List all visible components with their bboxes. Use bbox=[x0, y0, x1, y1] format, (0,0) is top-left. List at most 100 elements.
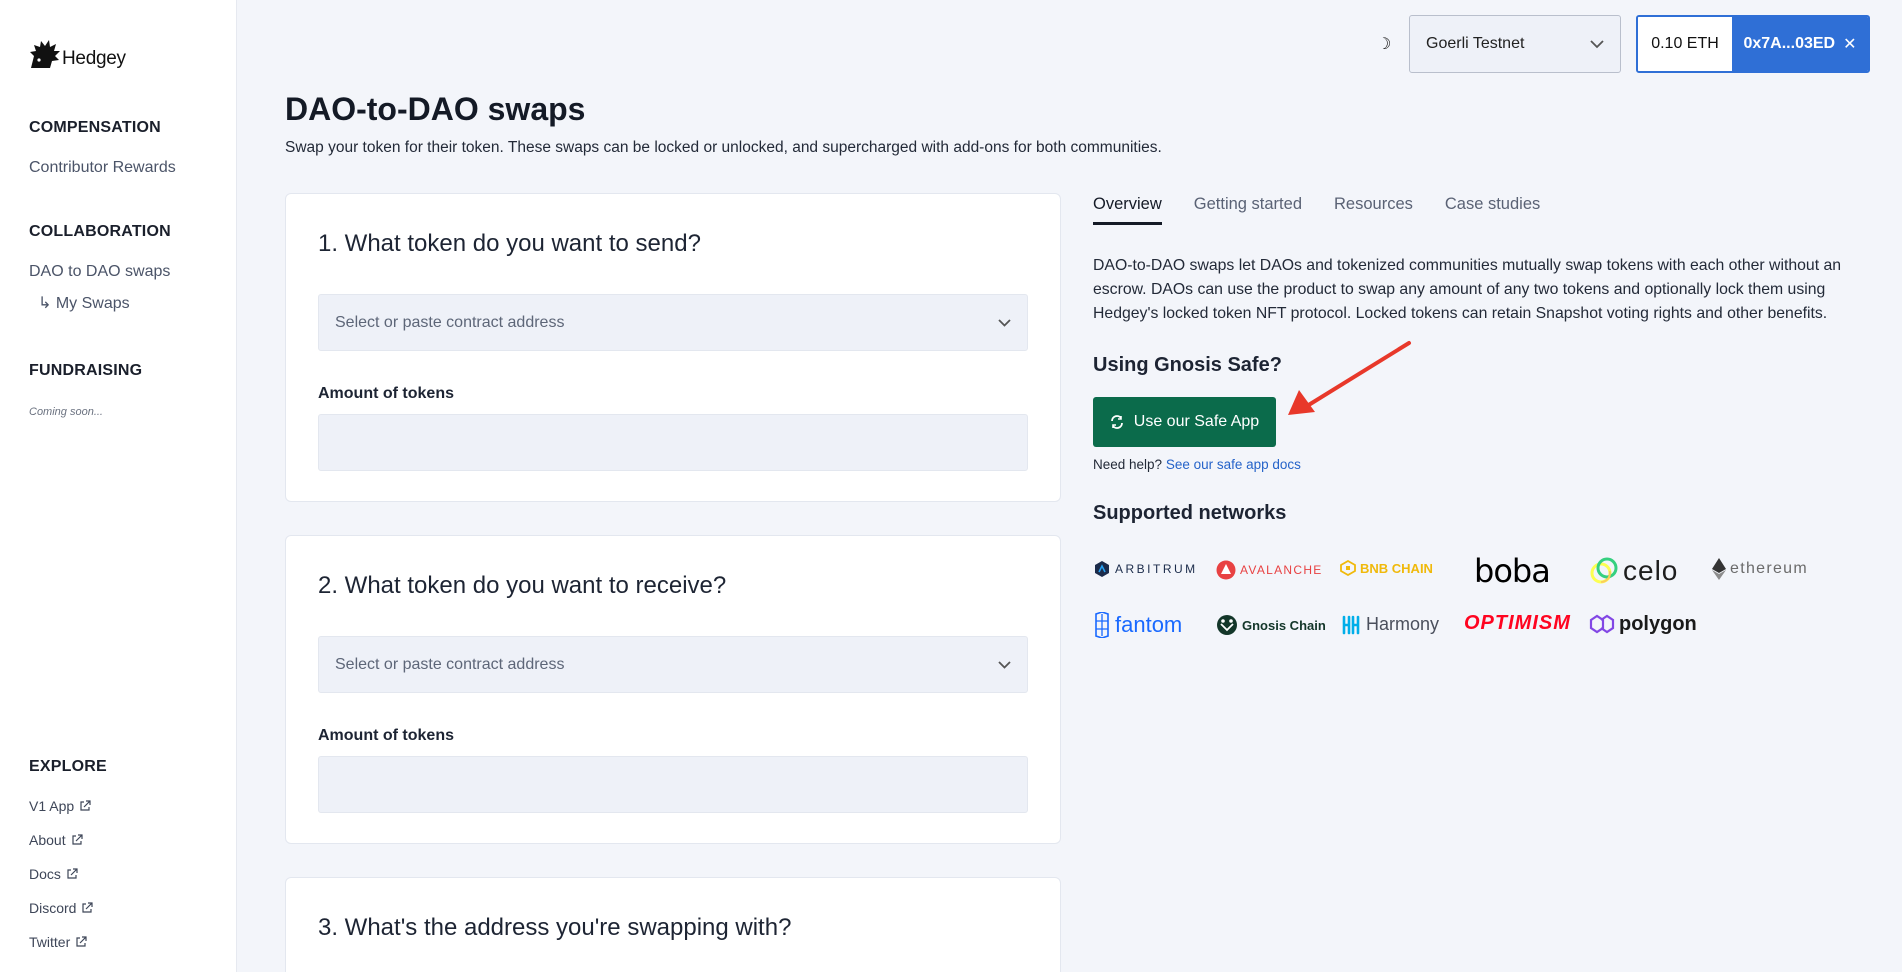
explore-link-v1-app[interactable]: V1 App bbox=[29, 798, 91, 814]
send-amount-input[interactable] bbox=[318, 414, 1028, 471]
section-collaboration: COLLABORATION bbox=[29, 223, 171, 240]
logo-text: Hedgey bbox=[62, 48, 126, 69]
network-name: Gnosis Chain bbox=[1242, 617, 1326, 633]
hedgey-logo[interactable]: Hedgey bbox=[28, 38, 126, 72]
explore-link-label: Twitter bbox=[29, 934, 71, 950]
hedgehog-icon bbox=[30, 40, 60, 68]
select-placeholder: Select or paste contract address bbox=[335, 655, 565, 673]
explore-link-about[interactable]: About bbox=[29, 832, 83, 848]
fantom-icon bbox=[1095, 612, 1109, 638]
tab-getting-started[interactable]: Getting started bbox=[1194, 195, 1302, 225]
page-title: DAO-to-DAO swaps bbox=[285, 91, 586, 127]
explore-link-docs[interactable]: Docs bbox=[29, 866, 78, 882]
external-link-icon bbox=[67, 868, 78, 879]
section-compensation: COMPENSATION bbox=[29, 119, 161, 136]
network-name: boba bbox=[1474, 552, 1551, 590]
celo-icon bbox=[1590, 557, 1618, 584]
sidebar: Hedgey COMPENSATION Contributor Rewards … bbox=[0, 0, 237, 972]
network-name: ethereum bbox=[1730, 560, 1808, 577]
gnosis-chain-logo: Gnosis Chain bbox=[1216, 614, 1326, 636]
annotation-arrow-icon bbox=[1288, 341, 1411, 415]
network-name: Harmony bbox=[1366, 614, 1440, 634]
chevron-down-icon bbox=[998, 318, 1011, 327]
external-link-icon bbox=[82, 902, 94, 913]
amount-label: Amount of tokens bbox=[318, 385, 454, 402]
sidebar-item-my-swaps[interactable]: ↳ My Swaps bbox=[38, 293, 130, 313]
explore-link-discord[interactable]: Discord bbox=[29, 900, 94, 916]
section-explore: EXPLORE bbox=[29, 758, 107, 775]
avalanche-logo: AVALANCHE bbox=[1216, 560, 1323, 580]
polygon-icon bbox=[1589, 614, 1615, 634]
network-name: ARBITRUM bbox=[1115, 562, 1198, 576]
use-safe-app-button[interactable]: Use our Safe App bbox=[1093, 397, 1276, 447]
polygon-logo: polygon bbox=[1589, 612, 1697, 636]
network-select[interactable]: Goerli Testnet bbox=[1409, 15, 1621, 73]
send-token-select[interactable]: Select or paste contract address bbox=[318, 294, 1028, 351]
network-name: celo bbox=[1623, 555, 1679, 586]
arbitrum-icon bbox=[1095, 561, 1109, 577]
card-title: 1. What token do you want to send? bbox=[318, 230, 701, 257]
network-name: BNB CHAIN bbox=[1360, 560, 1433, 576]
explore-link-label: About bbox=[29, 832, 66, 848]
explore-link-label: Docs bbox=[29, 866, 61, 882]
arbitrum-logo: ARBITRUM bbox=[1093, 560, 1198, 578]
gnosis-icon bbox=[1217, 615, 1237, 635]
ethereum-icon bbox=[1712, 558, 1726, 580]
send-token-card: 1. What token do you want to send? Selec… bbox=[285, 193, 1061, 502]
info-tabs: Overview Getting started Resources Case … bbox=[1093, 195, 1540, 225]
sidebar-item-contributor-rewards[interactable]: Contributor Rewards bbox=[29, 159, 176, 177]
optimism-logo: OPTIMISM bbox=[1464, 612, 1571, 635]
fantom-logo: fantom bbox=[1093, 612, 1182, 638]
sidebar-item-dao-to-dao[interactable]: DAO to DAO swaps bbox=[29, 263, 170, 281]
overview-text: DAO-to-DAO swaps let DAOs and tokenized … bbox=[1093, 257, 1842, 322]
safe-app-docs-link[interactable]: See our safe app docs bbox=[1166, 457, 1301, 472]
network-name: fantom bbox=[1115, 612, 1183, 637]
wallet-balance: 0.10 ETH bbox=[1638, 17, 1732, 71]
wallet-address-button[interactable]: 0x7A...03ED ✕ bbox=[1732, 17, 1868, 71]
card-title: 3. What's the address you're swapping wi… bbox=[318, 914, 792, 941]
supported-networks-heading: Supported networks bbox=[1093, 502, 1287, 524]
bnb-icon bbox=[1340, 560, 1356, 576]
safe-icon bbox=[1110, 415, 1123, 429]
celo-logo: celo bbox=[1589, 555, 1678, 587]
amount-label: Amount of tokens bbox=[318, 727, 454, 744]
tab-resources[interactable]: Resources bbox=[1334, 195, 1413, 225]
coming-soon-text: Coming soon... bbox=[29, 406, 103, 418]
receive-amount-input[interactable] bbox=[318, 756, 1028, 813]
network-select-value: Goerli Testnet bbox=[1426, 35, 1525, 52]
external-link-icon bbox=[71, 834, 83, 845]
use-safe-app-label: Use our Safe App bbox=[1133, 413, 1260, 430]
card-title: 2. What token do you want to receive? bbox=[318, 572, 727, 599]
help-line: Need help? See our safe app docs bbox=[1093, 457, 1301, 472]
tab-case-studies[interactable]: Case studies bbox=[1445, 195, 1540, 225]
external-link-icon bbox=[80, 800, 91, 811]
boba-logo: boba bbox=[1474, 552, 1551, 590]
network-name: OPTIMISM bbox=[1464, 612, 1571, 634]
tab-overview[interactable]: Overview bbox=[1093, 195, 1162, 225]
chevron-down-icon bbox=[998, 660, 1011, 669]
help-prefix: Need help? bbox=[1093, 457, 1163, 472]
network-name: AVALANCHE bbox=[1240, 563, 1323, 577]
section-fundraising: FUNDRAISING bbox=[29, 362, 143, 379]
chevron-down-icon bbox=[1590, 39, 1604, 48]
explore-link-twitter[interactable]: Twitter bbox=[29, 934, 87, 950]
ethereum-logo: ethereum bbox=[1712, 558, 1808, 580]
gnosis-safe-heading: Using Gnosis Safe? bbox=[1093, 354, 1282, 376]
explore-link-label: V1 App bbox=[29, 798, 75, 814]
bnb-chain-logo: BNB CHAIN bbox=[1340, 560, 1433, 576]
theme-toggle-moon-icon[interactable]: ☽ bbox=[1377, 34, 1391, 54]
close-icon[interactable]: ✕ bbox=[1843, 34, 1856, 54]
avalanche-icon bbox=[1216, 560, 1236, 580]
receive-token-card: 2. What token do you want to receive? Se… bbox=[285, 535, 1061, 844]
counterparty-address-card: 3. What's the address you're swapping wi… bbox=[285, 877, 1061, 972]
select-placeholder: Select or paste contract address bbox=[335, 313, 565, 331]
network-name: polygon bbox=[1619, 612, 1697, 635]
explore-link-label: Discord bbox=[29, 900, 77, 916]
harmony-logo: Harmony bbox=[1340, 614, 1439, 635]
external-link-icon bbox=[76, 936, 87, 947]
wallet-widget: 0.10 ETH 0x7A...03ED ✕ bbox=[1636, 15, 1870, 73]
wallet-address: 0x7A...03ED bbox=[1743, 35, 1836, 52]
page-subtitle: Swap your token for their token. These s… bbox=[285, 139, 1162, 156]
receive-token-select[interactable]: Select or paste contract address bbox=[318, 636, 1028, 693]
harmony-icon bbox=[1342, 615, 1360, 634]
